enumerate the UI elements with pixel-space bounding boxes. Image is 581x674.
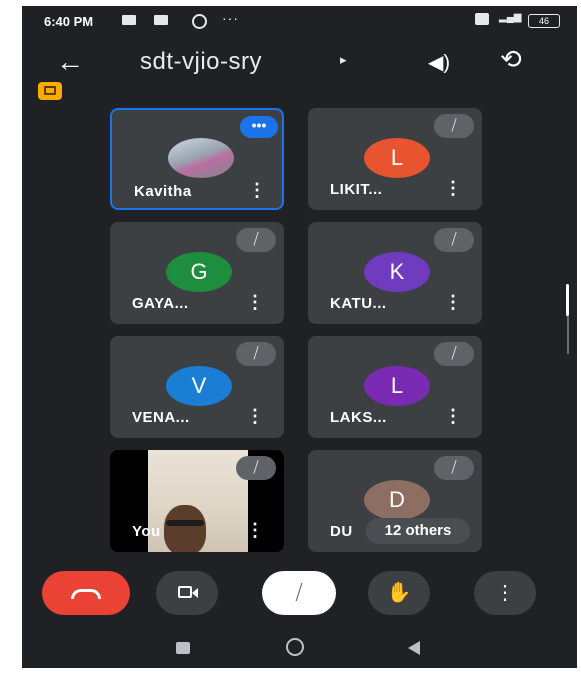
mic-off-icon: ⧸ [434,342,474,366]
mic-off-icon: ⧸ [236,342,276,366]
meeting-code[interactable]: sdt-vjio-sry [140,48,262,76]
kebab-menu-icon[interactable]: ⋮ [444,292,462,313]
participant-name: LAKS... [330,409,387,426]
vo-lte-icon [475,13,489,25]
participant-tile-self[interactable]: ⧸ You ⋮ [110,450,284,552]
status-time: 6:40 PM [44,14,94,29]
mic-off-icon: ⧸ [295,582,303,604]
participant-name: DU [330,523,353,540]
kebab-menu-icon[interactable]: ⋮ [246,292,264,313]
speaker-icon[interactable]: ◀) [428,50,450,75]
participant-name: You [132,523,161,540]
avatar: G [166,252,232,292]
mic-off-icon: ⧸ [434,114,474,138]
kebab-menu-icon[interactable]: ⋮ [444,406,462,427]
android-navigation-bar [22,628,577,668]
video-camera-icon [178,586,192,598]
participant-tile-kavitha[interactable]: ••• Kavitha ⋮ [110,108,284,210]
signal-icon: ▂▄▆ [499,12,522,23]
more-options-button[interactable]: ⋮ [474,571,536,615]
switch-camera-icon[interactable]: ⟲ [500,44,522,75]
video-camera-lens-icon [192,588,198,598]
kebab-menu-icon[interactable]: ⋮ [246,406,264,427]
participant-tile-katu[interactable]: ⧸ K KATU... ⋮ [308,222,482,324]
avatar: L [364,138,430,178]
mic-off-icon: ⧸ [434,228,474,252]
participant-name: Kavitha [134,183,192,200]
participant-name: KATU... [330,295,387,312]
camera-toggle-button[interactable] [156,571,218,615]
hand-icon: ✋ [386,582,412,604]
back-arrow-icon[interactable]: ← [56,46,84,78]
participant-tile-vena[interactable]: ⧸ V VENA... ⋮ [110,336,284,438]
kebab-menu-icon: ⋮ [495,582,515,604]
more-notifications-icon: ··· [222,10,239,26]
mic-off-icon: ⧸ [434,456,474,480]
participant-tile-laks[interactable]: ⧸ L LAKS... ⋮ [308,336,482,438]
phone-screen: 6:40 PM ··· ▂▄▆ 46 ← sdt-vjio-sry ▸ ◀) ⟲… [22,6,577,668]
microphone-toggle-button[interactable]: ⧸ [262,571,336,615]
hang-up-icon [71,589,101,599]
avatar [168,138,234,178]
participant-name: VENA... [132,409,190,426]
scrollbar-track [567,316,569,354]
more-options-dots-icon[interactable]: ••• [240,116,278,138]
participant-name: GAYA... [132,295,189,312]
participant-tile-others[interactable]: ⧸ D DU 12 others [308,450,482,552]
back-triangle-icon[interactable] [408,641,420,655]
avatar: D [364,480,430,520]
raise-hand-button[interactable]: ✋ [368,571,430,615]
scrollbar-thumb[interactable] [566,284,569,316]
home-icon[interactable] [286,638,304,656]
self-face [164,505,206,552]
battery-icon: 46 [528,14,560,28]
recents-icon[interactable] [176,642,190,654]
message-icon [122,15,136,25]
camera-off-badge-icon [38,82,62,100]
message-icon [154,15,168,25]
avatar: K [364,252,430,292]
end-call-button[interactable] [42,571,130,615]
meeting-top-bar: ← sdt-vjio-sry ▸ ◀) ⟲ [22,36,577,88]
participant-tile-gaya[interactable]: ⧸ G GAYA... ⋮ [110,222,284,324]
mic-off-icon: ⧸ [236,228,276,252]
meeting-details-arrow-icon[interactable]: ▸ [340,52,347,68]
self-glasses [166,520,204,526]
others-count-chip[interactable]: 12 others [366,518,470,544]
mic-off-icon: ⧸ [236,456,276,480]
kebab-menu-icon[interactable]: ⋮ [246,520,264,541]
participant-name: LIKIT... [330,181,383,198]
call-controls: ⧸ ✋ ⋮ [22,561,577,621]
status-bar: 6:40 PM ··· ▂▄▆ 46 [22,6,577,36]
kebab-menu-icon[interactable]: ⋮ [444,178,462,199]
avatar: L [364,366,430,406]
whatsapp-icon [192,14,207,29]
participant-tile-likit[interactable]: ⧸ L LIKIT... ⋮ [308,108,482,210]
avatar: V [166,366,232,406]
kebab-menu-icon[interactable]: ⋮ [248,180,266,201]
